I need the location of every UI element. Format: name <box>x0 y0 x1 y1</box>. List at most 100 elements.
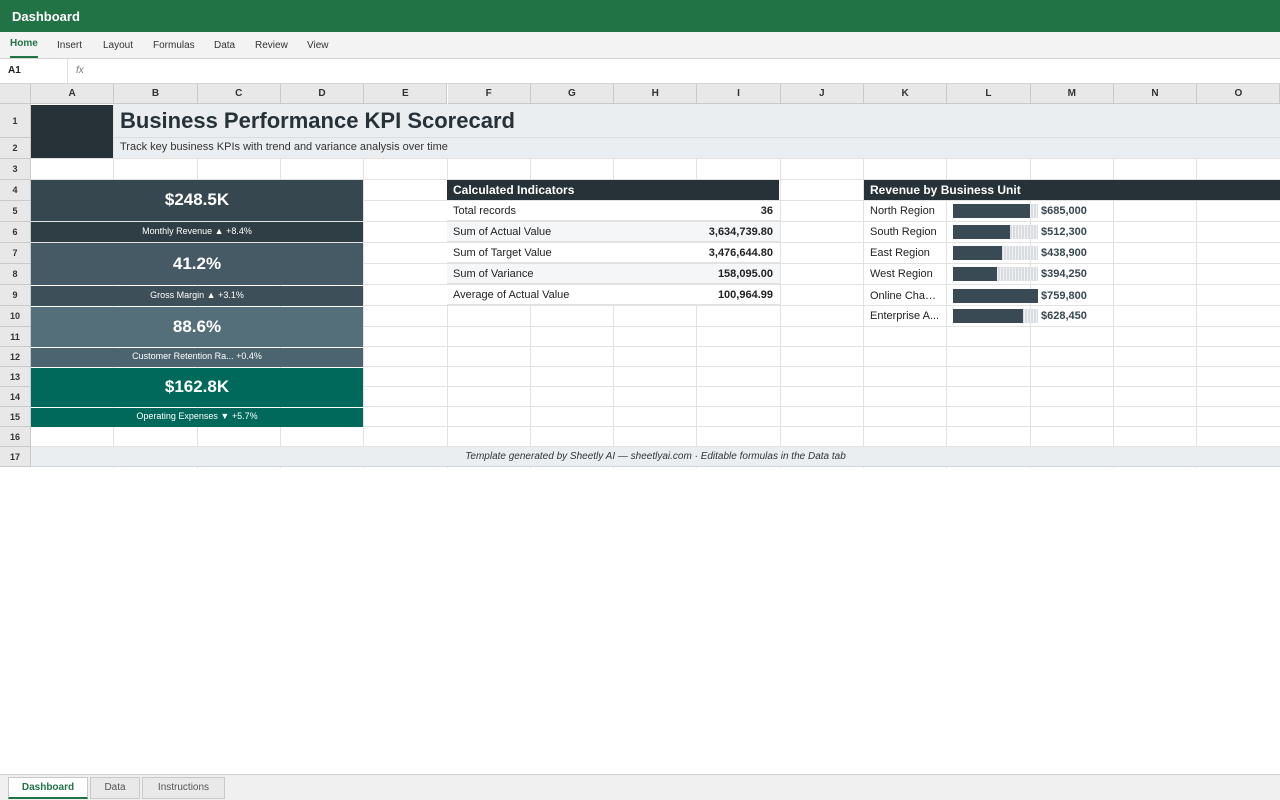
row-header-15[interactable]: 15 <box>0 407 31 427</box>
formula-bar: A1 fx <box>0 59 1280 84</box>
column-header-g[interactable]: G <box>530 84 615 104</box>
indicator-label[interactable]: Sum of Variance <box>447 264 614 284</box>
page-subtitle: Track key business KPIs with trend and v… <box>120 141 448 153</box>
business-unit-label[interactable]: South Region <box>864 222 946 242</box>
grid-row <box>31 427 1280 447</box>
kpi-label: Monthly Revenue ▲ +8.4% <box>142 226 252 236</box>
business-unit-label[interactable]: West Region <box>864 264 946 284</box>
sheet-tab-bar: Dashboard Data Instructions <box>0 774 1280 800</box>
page-title: Business Performance KPI Scorecard <box>120 108 515 133</box>
row-header-17[interactable]: 17 <box>0 447 31 467</box>
kpi-label: Gross Margin ▲ +3.1% <box>150 290 244 300</box>
ribbon-tab-review[interactable]: Review <box>255 32 288 58</box>
column-header-e[interactable]: E <box>364 84 448 104</box>
ribbon-tab-formulas[interactable]: Formulas <box>153 32 195 58</box>
row-header-14[interactable]: 14 <box>0 387 31 407</box>
row-header-12[interactable]: 12 <box>0 347 31 367</box>
ribbon-tab-home[interactable]: Home <box>10 32 38 58</box>
revenue-value[interactable]: $394,250 <box>1041 264 1087 284</box>
revenue-value[interactable]: $628,450 <box>1041 306 1087 326</box>
column-header-h[interactable]: H <box>614 84 698 104</box>
title-divider <box>114 137 1280 138</box>
kpi-label: Customer Retention Ra... +0.4% <box>132 351 262 361</box>
revenue-bar <box>953 204 1030 218</box>
kpi-card-operating-expenses[interactable]: $162.8K <box>31 368 363 407</box>
row-header-11[interactable]: 11 <box>0 327 31 347</box>
row-header-4[interactable]: 4 <box>0 180 31 201</box>
revenue-value[interactable]: $685,000 <box>1041 201 1087 221</box>
business-unit-label[interactable]: North Region <box>864 201 946 221</box>
row-header-7[interactable]: 7 <box>0 243 31 264</box>
kpi-label-gross-margin: Gross Margin ▲ +3.1% <box>31 286 363 306</box>
indicator-label[interactable]: Total records <box>447 201 614 221</box>
column-header-i[interactable]: I <box>697 84 781 104</box>
sheet-tab-dashboard[interactable]: Dashboard <box>8 777 88 799</box>
grid-row <box>31 159 1280 180</box>
revenue-value[interactable]: $759,800 <box>1041 286 1087 306</box>
column-header-f[interactable]: F <box>447 84 531 104</box>
sheet-tab-data[interactable]: Data <box>90 777 140 799</box>
formula-input[interactable] <box>96 61 1272 81</box>
ribbon-tab-view[interactable]: View <box>307 32 329 58</box>
kpi-card-gross-margin[interactable]: 41.2% <box>31 243 363 285</box>
ribbon: Home Insert Layout Formulas Data Review … <box>0 32 1280 59</box>
kpi-label-operating-expenses: Operating Expenses ▼ +5.7% <box>31 408 363 427</box>
fx-icon: fx <box>76 65 84 76</box>
app-title-bar: Dashboard <box>0 0 1280 32</box>
indicator-value[interactable]: 36 <box>614 201 780 221</box>
column-header-d[interactable]: D <box>280 84 365 104</box>
app-title: Dashboard <box>12 9 80 24</box>
revenue-bar <box>953 309 1023 323</box>
column-header-b[interactable]: B <box>114 84 198 104</box>
kpi-card-monthly-revenue[interactable]: $248.5K <box>31 180 363 221</box>
indicator-value[interactable]: 158,095.00 <box>614 264 780 284</box>
name-box[interactable]: A1 <box>0 59 68 83</box>
calculated-indicators-header: Calculated Indicators <box>447 180 779 200</box>
column-header-o[interactable]: O <box>1197 84 1280 104</box>
indicator-value[interactable]: 3,476,644.80 <box>614 243 780 263</box>
kpi-card-customer-retention[interactable]: 88.6% <box>31 307 363 347</box>
indicator-value[interactable]: 100,964.99 <box>614 285 780 305</box>
ribbon-tab-layout[interactable]: Layout <box>103 32 133 58</box>
revenue-value[interactable]: $512,300 <box>1041 222 1087 242</box>
column-header-n[interactable]: N <box>1113 84 1198 104</box>
row-header-13[interactable]: 13 <box>0 367 31 387</box>
kpi-value: $162.8K <box>164 377 230 396</box>
column-header-a[interactable]: A <box>31 84 115 104</box>
revenue-bar <box>953 267 997 281</box>
column-header-c[interactable]: C <box>197 84 281 104</box>
select-all-corner[interactable] <box>0 84 31 104</box>
row-header-2[interactable]: 2 <box>0 138 31 159</box>
column-header-k[interactable]: K <box>864 84 948 104</box>
template-footer: Template generated by Sheetly AI — sheet… <box>31 447 1280 467</box>
row-header-8[interactable]: 8 <box>0 264 31 285</box>
row-header-3[interactable]: 3 <box>0 159 31 180</box>
indicator-label[interactable]: Average of Actual Value <box>447 285 614 305</box>
kpi-value: 41.2% <box>172 254 222 273</box>
revenue-bar <box>953 289 1038 303</box>
business-unit-label[interactable]: Enterprise A... <box>864 306 946 326</box>
column-header-m[interactable]: M <box>1030 84 1114 104</box>
indicator-label[interactable]: Sum of Target Value <box>447 243 614 263</box>
kpi-label: Operating Expenses ▼ +5.7% <box>136 411 258 421</box>
row-header-9[interactable]: 9 <box>0 285 31 306</box>
business-unit-label[interactable]: Online Chan... <box>864 286 946 306</box>
column-header-l[interactable]: L <box>947 84 1031 104</box>
logo-block <box>31 105 113 158</box>
revenue-bar <box>953 225 1010 239</box>
indicator-value[interactable]: 3,634,739.80 <box>614 222 780 242</box>
business-unit-label[interactable]: East Region <box>864 243 946 263</box>
column-header-j[interactable]: J <box>780 84 864 104</box>
ribbon-tab-insert[interactable]: Insert <box>57 32 82 58</box>
revenue-value[interactable]: $438,900 <box>1041 243 1087 263</box>
kpi-label-customer-retention: Customer Retention Ra... +0.4% <box>31 348 363 367</box>
kpi-value: $248.5K <box>164 190 230 209</box>
row-header-5[interactable]: 5 <box>0 201 31 222</box>
row-header-6[interactable]: 6 <box>0 222 31 243</box>
ribbon-tab-data[interactable]: Data <box>214 32 235 58</box>
row-header-1[interactable]: 1 <box>0 104 31 138</box>
indicator-label[interactable]: Sum of Actual Value <box>447 222 614 242</box>
sheet-tab-instructions[interactable]: Instructions <box>142 777 225 799</box>
row-header-10[interactable]: 10 <box>0 306 31 327</box>
row-header-16[interactable]: 16 <box>0 427 31 447</box>
